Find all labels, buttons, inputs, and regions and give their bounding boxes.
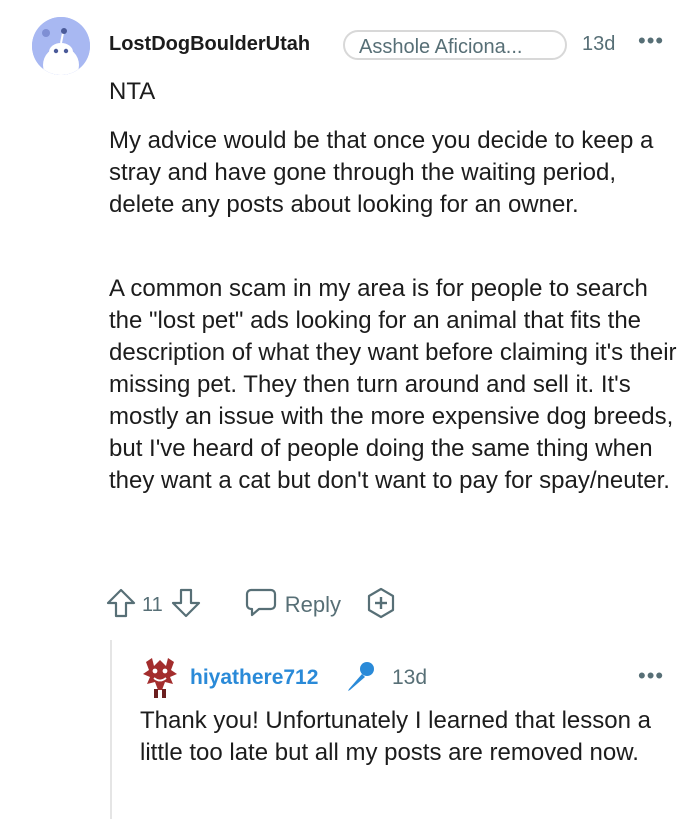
thread-line[interactable] [110, 640, 112, 819]
comment-bubble-icon [245, 587, 277, 623]
comment-action-bar: 11 Reply [104, 585, 397, 625]
reply-button[interactable]: Reply [245, 587, 341, 623]
vote-count: 11 [142, 593, 163, 616]
comment-paragraph: A common scam in my area is for people t… [109, 275, 677, 494]
reply-more-options-button[interactable]: ••• [638, 663, 664, 689]
more-options-button[interactable]: ••• [638, 28, 664, 54]
reply-label: Reply [284, 592, 342, 617]
comment-paragraph: My advice would be that once you decide … [109, 127, 654, 218]
snoo-avatar-icon [32, 17, 90, 75]
comment-username[interactable]: LostDogBoulderUtah [109, 33, 310, 56]
reply-timestamp: 13d [392, 666, 428, 689]
demon-avatar-icon [143, 658, 177, 698]
reply-user-avatar[interactable] [140, 656, 180, 700]
upvote-icon[interactable] [104, 586, 138, 625]
user-flair: Asshole Aficiona... [343, 30, 567, 60]
microphone-icon [343, 660, 377, 699]
downvote-icon[interactable] [169, 586, 203, 625]
reply-text: Thank you! Unfortunately I learned that … [140, 707, 651, 766]
award-plus-icon[interactable] [365, 587, 397, 624]
comment-timestamp: 13d [582, 33, 616, 55]
reply-username[interactable]: hiyathere712 [190, 666, 318, 690]
user-avatar[interactable] [32, 17, 90, 75]
comment-paragraph: NTA [109, 78, 156, 105]
